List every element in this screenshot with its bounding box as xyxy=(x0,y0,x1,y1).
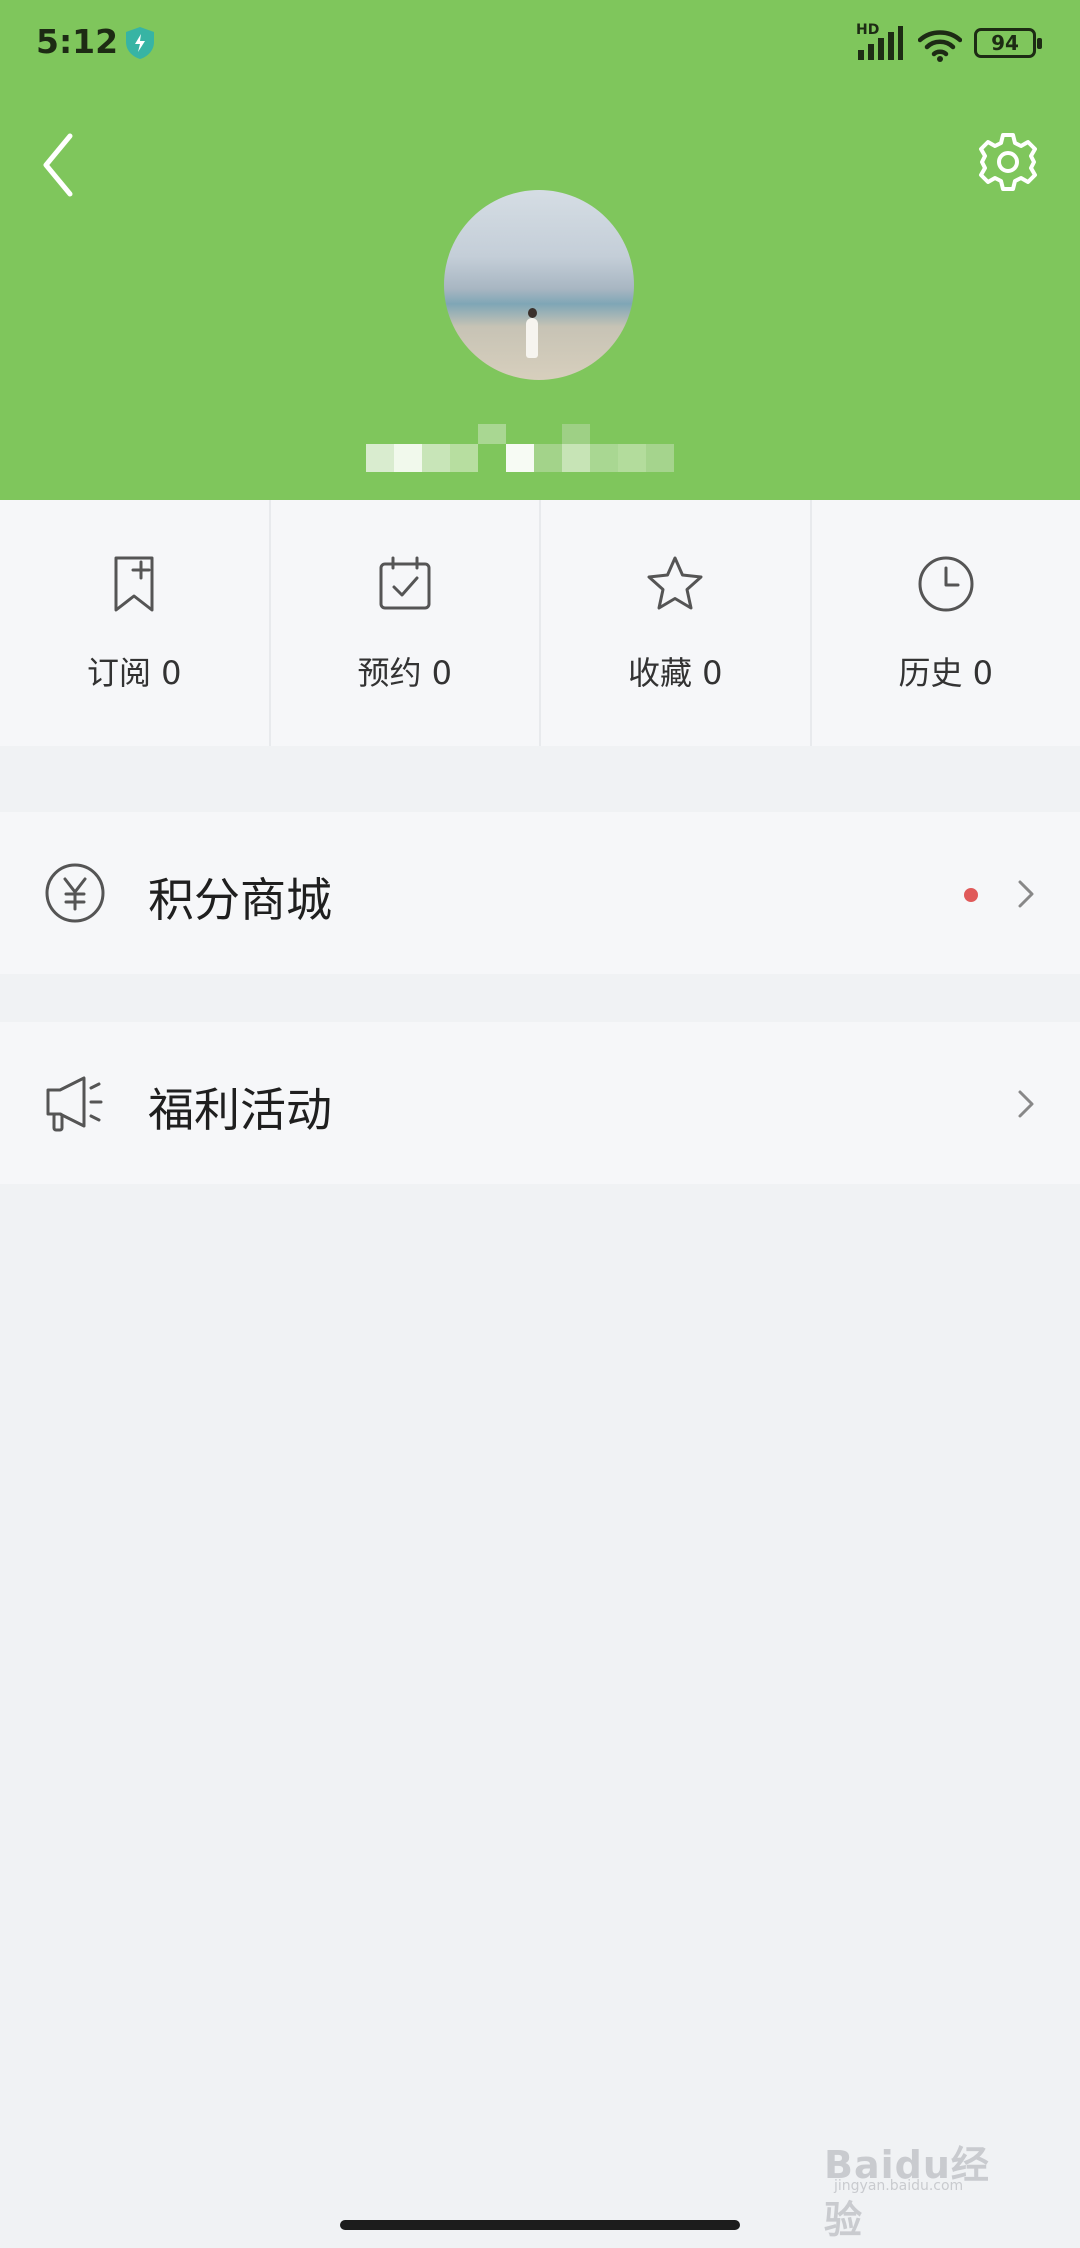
battery-indicator: 94 xyxy=(974,28,1042,58)
stat-history[interactable]: 历史 0 xyxy=(812,500,1080,746)
stat-label: 历史 0 xyxy=(898,654,994,692)
menu-item-points-mall[interactable]: 积分商城 xyxy=(0,812,1080,974)
watermark: Baidu经验 jingyan.baidu.com xyxy=(824,2134,1024,2242)
menu-item-welfare-events[interactable]: 福利活动 xyxy=(0,1022,1080,1184)
clock-icon xyxy=(918,556,974,612)
stat-reservations[interactable]: 预约 0 xyxy=(271,500,541,746)
bookmark-plus-icon xyxy=(114,556,154,612)
avatar-figure xyxy=(526,318,538,358)
stat-subscriptions[interactable]: 订阅 0 xyxy=(0,500,271,746)
watermark-url: jingyan.baidu.com xyxy=(834,2178,964,2194)
username-redacted xyxy=(366,424,702,472)
stat-favorites[interactable]: 收藏 0 xyxy=(541,500,812,746)
stat-label: 订阅 0 xyxy=(86,654,182,692)
status-bar: 5:12 HD 94 xyxy=(0,0,1080,90)
star-icon xyxy=(647,556,703,610)
notification-dot xyxy=(964,888,978,902)
wifi-icon xyxy=(918,30,962,62)
stat-label: 预约 0 xyxy=(357,654,453,692)
security-shield-icon xyxy=(126,27,154,59)
back-arrow-icon[interactable] xyxy=(36,130,86,200)
status-time: 5:12 xyxy=(36,22,119,61)
calendar-check-icon xyxy=(379,556,431,610)
gear-icon[interactable] xyxy=(976,130,1040,194)
menu-label: 福利活动 xyxy=(148,1083,332,1137)
home-indicator[interactable] xyxy=(340,2220,740,2230)
stat-label: 收藏 0 xyxy=(627,654,723,692)
stats-row: 订阅 0 预约 0 收藏 0 历史 0 xyxy=(0,500,1080,746)
menu-label: 积分商城 xyxy=(148,873,332,927)
chevron-right-icon xyxy=(1018,880,1034,908)
avatar-figure-head xyxy=(528,308,537,318)
megaphone-icon xyxy=(46,1076,103,1132)
profile-header: 5:12 HD 94 xyxy=(0,0,1080,500)
yuan-coin-icon xyxy=(45,863,105,923)
cellular-signal-icon xyxy=(858,26,903,60)
chevron-right-icon xyxy=(1018,1090,1034,1118)
avatar[interactable] xyxy=(444,190,634,380)
